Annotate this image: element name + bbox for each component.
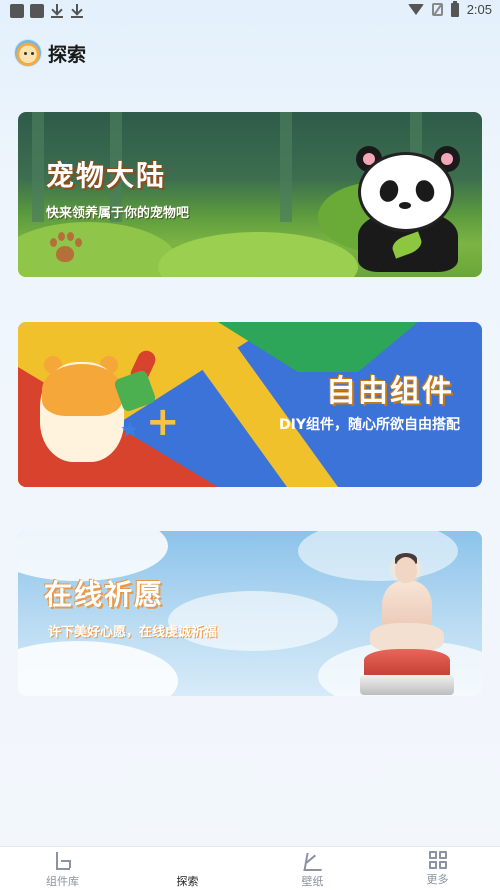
online-prayer-card[interactable]: 在线祈愿 许下美好心愿，在线虔诚祈福 [18,531,482,696]
card-subtitle: DIY组件，随心所欲自由搭配 [279,417,460,433]
download-icon [70,4,84,18]
paw-icon [48,232,82,266]
grass-decoration [18,222,178,277]
nav-wallpaper[interactable]: 壁纸 [250,847,375,890]
free-widget-card[interactable]: 自由组件 DIY组件，随心所欲自由搭配 + ★ [18,322,482,487]
panda-illustration [354,144,462,272]
status-time: 2:05 [466,2,492,17]
hamster-logo-icon [14,39,42,67]
plus-icon: + [146,399,180,445]
card-title: 自由组件 [326,374,454,409]
page-title: 探索 [48,43,87,66]
no-sim-icon [431,3,443,16]
notification-app-icon [30,4,44,18]
nav-label: 组件库 [46,875,79,888]
nav-label: 壁纸 [301,875,324,888]
grass-decoration [158,232,358,277]
nav-widget-library[interactable]: 组件库 [0,847,125,890]
star-icon: ★ [120,418,140,443]
card-subtitle: 许下美好心愿，在线虔诚祈福 [48,625,218,640]
status-bar: 2:05 [0,0,500,24]
download-icon [50,4,64,18]
card-title: 在线祈愿 [44,578,165,611]
wifi-icon [407,4,424,15]
card-title: 宠物大陆 [46,159,167,192]
page-header: 探索 [14,38,86,68]
card-subtitle: 快来领养属于你的宠物吧 [46,206,190,221]
pet-land-card[interactable]: 宠物大陆 快来领养属于你的宠物吧 [18,112,482,277]
widget-library-icon [53,851,73,871]
nav-more[interactable]: 更多 [375,847,500,890]
notification-app-icon [10,4,24,18]
explore-icon [178,851,198,871]
hamster-illustration [30,352,140,472]
nav-label: 更多 [426,873,449,886]
grid-more-icon [428,851,447,869]
notification-icons [10,4,84,18]
wallpaper-icon [303,851,323,871]
system-icons: 2:05 [407,0,492,17]
bottom-navigation: 组件库 探索 壁纸 更多 [0,846,500,890]
battery-icon [450,0,459,17]
cloud-decoration [18,641,178,696]
bamboo-decoration [32,112,44,222]
nav-label: 探索 [176,875,199,888]
nav-explore[interactable]: 探索 [125,847,250,890]
bamboo-decoration [280,112,292,222]
buddha-statue-illustration [360,551,454,696]
